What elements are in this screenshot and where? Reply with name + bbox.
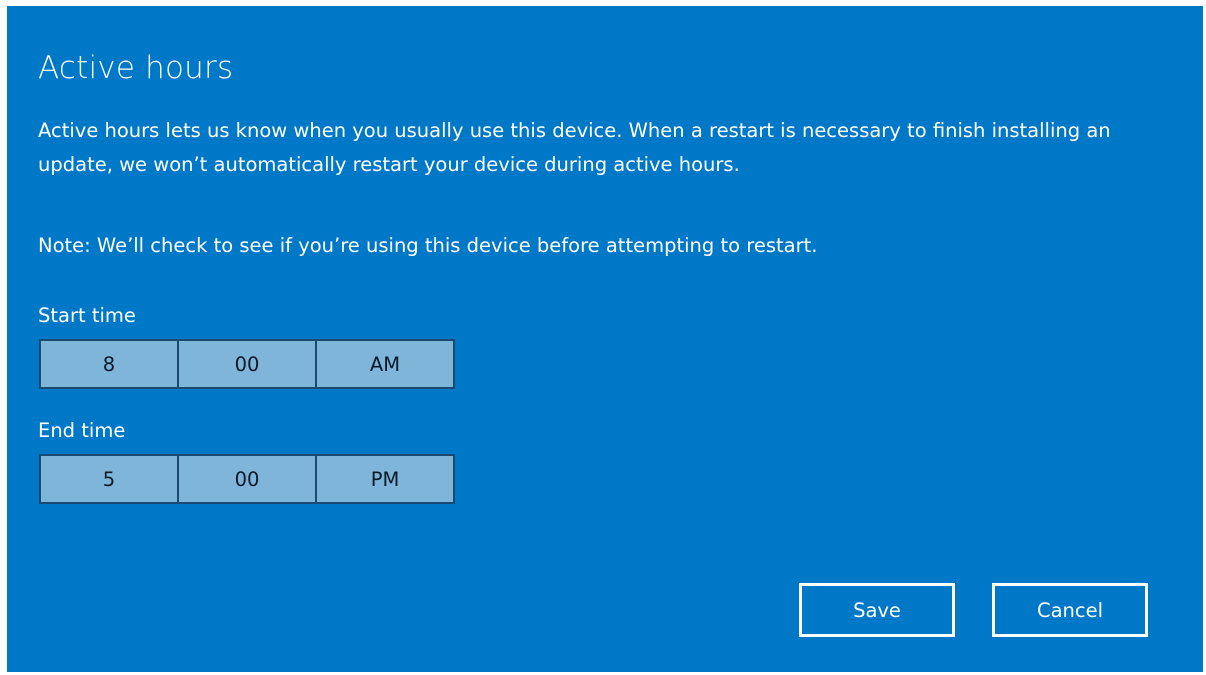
- end-time-label: End time: [38, 419, 126, 442]
- end-hour-field[interactable]: 5: [41, 456, 179, 502]
- start-minute-field[interactable]: 00: [179, 341, 317, 387]
- end-minute-field[interactable]: 00: [179, 456, 317, 502]
- start-period-field[interactable]: AM: [317, 341, 453, 387]
- end-period-field[interactable]: PM: [317, 456, 453, 502]
- start-time-picker[interactable]: 8 00 AM: [39, 339, 455, 389]
- active-hours-dialog: Active hours Active hours lets us know w…: [7, 6, 1203, 672]
- dialog-title: Active hours: [38, 50, 234, 86]
- end-time-picker[interactable]: 5 00 PM: [39, 454, 455, 504]
- start-hour-field[interactable]: 8: [41, 341, 179, 387]
- dialog-note: Note: We’ll check to see if you’re using…: [38, 234, 818, 257]
- dialog-description: Active hours lets us know when you usual…: [38, 119, 1111, 176]
- start-time-label: Start time: [38, 304, 136, 327]
- cancel-button[interactable]: Cancel: [992, 583, 1148, 637]
- save-button[interactable]: Save: [799, 583, 955, 637]
